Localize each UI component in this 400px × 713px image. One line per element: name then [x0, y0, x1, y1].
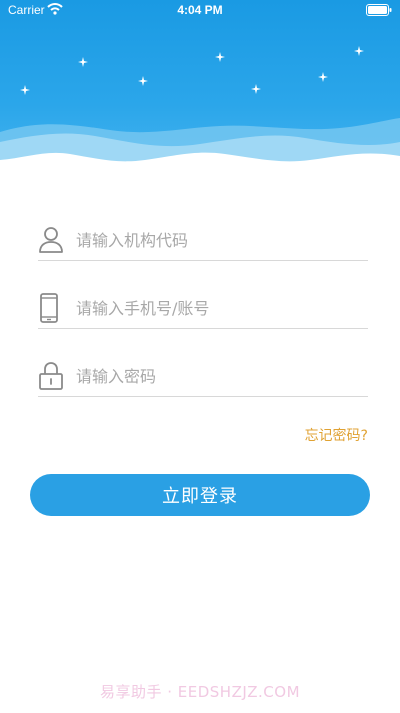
- lock-icon: [38, 360, 66, 392]
- battery-icon: [366, 4, 392, 16]
- star-icon: [354, 46, 364, 56]
- password-field[interactable]: [38, 356, 368, 397]
- star-icon: [138, 76, 148, 86]
- phone-account-field[interactable]: [38, 288, 368, 329]
- star-icon: [215, 52, 225, 62]
- star-icon: [251, 84, 261, 94]
- status-bar: Carrier 4:04 PM: [0, 0, 400, 22]
- login-button[interactable]: 立即登录: [30, 474, 370, 516]
- password-input[interactable]: [76, 366, 346, 386]
- star-icon: [318, 72, 328, 82]
- watermark: 易享助手 · EEDSHZJZ.COM: [99, 683, 301, 701]
- header-banner: [0, 0, 400, 175]
- org-code-input[interactable]: [76, 230, 346, 250]
- phone-icon: [38, 292, 66, 324]
- phone-account-input[interactable]: [76, 298, 346, 318]
- org-code-field[interactable]: [38, 220, 368, 261]
- wave-decoration: [0, 118, 400, 175]
- person-icon: [38, 224, 66, 256]
- star-icon: [78, 57, 88, 67]
- status-time: 4:04 PM: [177, 3, 223, 17]
- forgot-password-link[interactable]: 忘记密码?: [305, 425, 368, 445]
- star-icon: [20, 85, 30, 95]
